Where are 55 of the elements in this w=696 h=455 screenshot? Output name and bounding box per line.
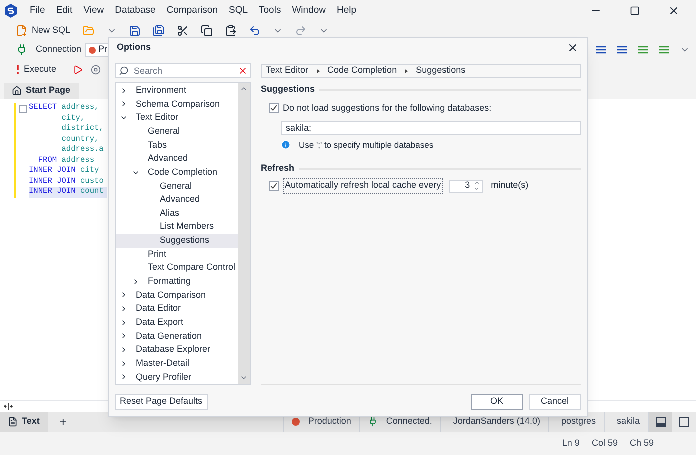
tree-item[interactable]: Environment (116, 84, 238, 98)
unit-label: minute(s) (491, 179, 529, 192)
menu-item[interactable]: File (30, 4, 46, 18)
databases-field[interactable]: sakila; (281, 121, 581, 135)
menu-item[interactable]: SQL (229, 4, 248, 18)
cursor-position: Col 59 (592, 436, 618, 450)
breadcrumb-item[interactable]: Code Completion (328, 64, 398, 78)
new-sql-button[interactable]: New SQL (16, 24, 71, 38)
tree-item[interactable]: Advanced (116, 152, 238, 166)
tree-item[interactable]: List Members (116, 220, 238, 234)
reset-defaults-button[interactable]: Reset Page Defaults (115, 394, 208, 410)
tree-item[interactable]: Formatting (116, 274, 238, 289)
tree-item[interactable]: Query Profiler (116, 370, 238, 384)
tree-item[interactable]: Data Export (116, 316, 238, 330)
section-heading: Refresh (261, 162, 295, 175)
section-heading: Suggestions (261, 83, 316, 96)
execute-button[interactable]: Execute (16, 62, 57, 76)
tree-item[interactable]: Schema Comparison (116, 98, 238, 112)
menu-item[interactable]: View (84, 4, 104, 18)
cursor-position: Ch 59 (630, 436, 654, 450)
tree-item[interactable]: Text Compare Control (116, 261, 238, 275)
cancel-button[interactable]: Cancel (529, 394, 581, 410)
tree-item[interactable]: Data Generation (116, 330, 238, 344)
bottom-tab[interactable]: Text (0, 412, 48, 432)
hint-text: Use ';' to specify multiple databases (299, 139, 434, 152)
tree-item[interactable]: Master-Detail (116, 356, 238, 370)
tree-item[interactable]: Data Editor (116, 302, 238, 316)
tree-item[interactable]: Code Completion (116, 166, 238, 180)
menu-item[interactable]: Tools (259, 4, 282, 18)
checkbox-label[interactable]: Automatically refresh local cache every (283, 178, 444, 194)
menu-item[interactable]: Edit (56, 4, 73, 18)
tree-item[interactable]: Advanced (116, 193, 238, 207)
checkbox-label[interactable]: Do not load suggestions for the following databases: (283, 102, 492, 115)
tree-item[interactable]: Data Comparison (116, 288, 238, 302)
menu-item[interactable]: Window (292, 4, 326, 18)
tree-item[interactable]: Suggestions (116, 234, 238, 248)
tree-item[interactable]: General (116, 179, 238, 194)
tree-item[interactable]: Print (116, 248, 238, 262)
cursor-position: Ln 9 (562, 436, 580, 450)
minutes-spinner[interactable]: 3 (449, 180, 484, 192)
document-tab[interactable]: Start Page (4, 83, 79, 99)
menu-item[interactable]: Help (337, 4, 357, 18)
menu-item[interactable]: Database (115, 4, 156, 18)
search-field[interactable]: Search (115, 63, 251, 78)
tree-item[interactable]: Database Explorer (116, 343, 238, 357)
add-tab-button[interactable]: + (60, 416, 67, 428)
tree-item[interactable]: Alias (116, 206, 238, 220)
menu-item[interactable]: Comparison (166, 4, 218, 18)
ok-button[interactable]: OK (471, 394, 523, 410)
connection-label: Connection (36, 43, 82, 56)
breadcrumb-item[interactable]: Text Editor (266, 64, 309, 78)
tree-item[interactable]: Tabs (116, 138, 238, 152)
tree-item[interactable]: General (116, 124, 238, 139)
tree-item[interactable]: Text Editor (116, 111, 238, 125)
breadcrumb-item[interactable]: Suggestions (416, 64, 466, 78)
